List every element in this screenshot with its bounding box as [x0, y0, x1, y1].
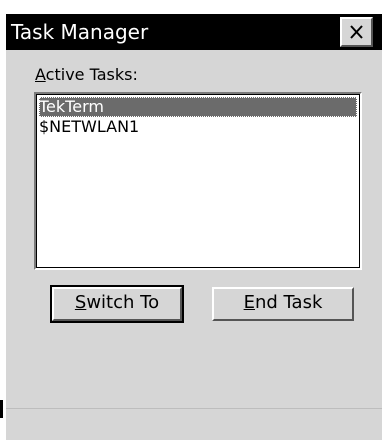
- title-bar[interactable]: Task Manager: [6, 14, 382, 50]
- active-tasks-label: Active Tasks:: [35, 64, 138, 86]
- edge-marker: [0, 400, 3, 418]
- switch-to-button[interactable]: Switch To: [50, 285, 184, 323]
- switch-to-mnemonic: S: [74, 292, 87, 313]
- bottom-bar: [6, 408, 382, 440]
- end-task-label: nd Task: [254, 292, 323, 313]
- close-icon: [350, 25, 363, 39]
- end-task-button[interactable]: End Task: [212, 287, 354, 321]
- task-item-tekterm[interactable]: TekTerm: [39, 97, 357, 117]
- end-task-mnemonic: E: [243, 292, 255, 313]
- switch-to-label: witch To: [86, 292, 160, 313]
- active-tasks-label-mnemonic: A: [35, 65, 46, 84]
- background-strip: [0, 0, 382, 14]
- window-title: Task Manager: [11, 20, 149, 44]
- task-manager-window: Task Manager Active Tasks: TekTerm $NETW…: [6, 14, 382, 440]
- task-item-netwlan1[interactable]: $NETWLAN1: [39, 117, 357, 137]
- close-button[interactable]: [340, 17, 373, 47]
- active-tasks-label-rest: ctive Tasks:: [45, 65, 138, 84]
- active-tasks-list[interactable]: TekTerm $NETWLAN1: [34, 92, 362, 270]
- screen: Task Manager Active Tasks: TekTerm $NETW…: [0, 0, 382, 440]
